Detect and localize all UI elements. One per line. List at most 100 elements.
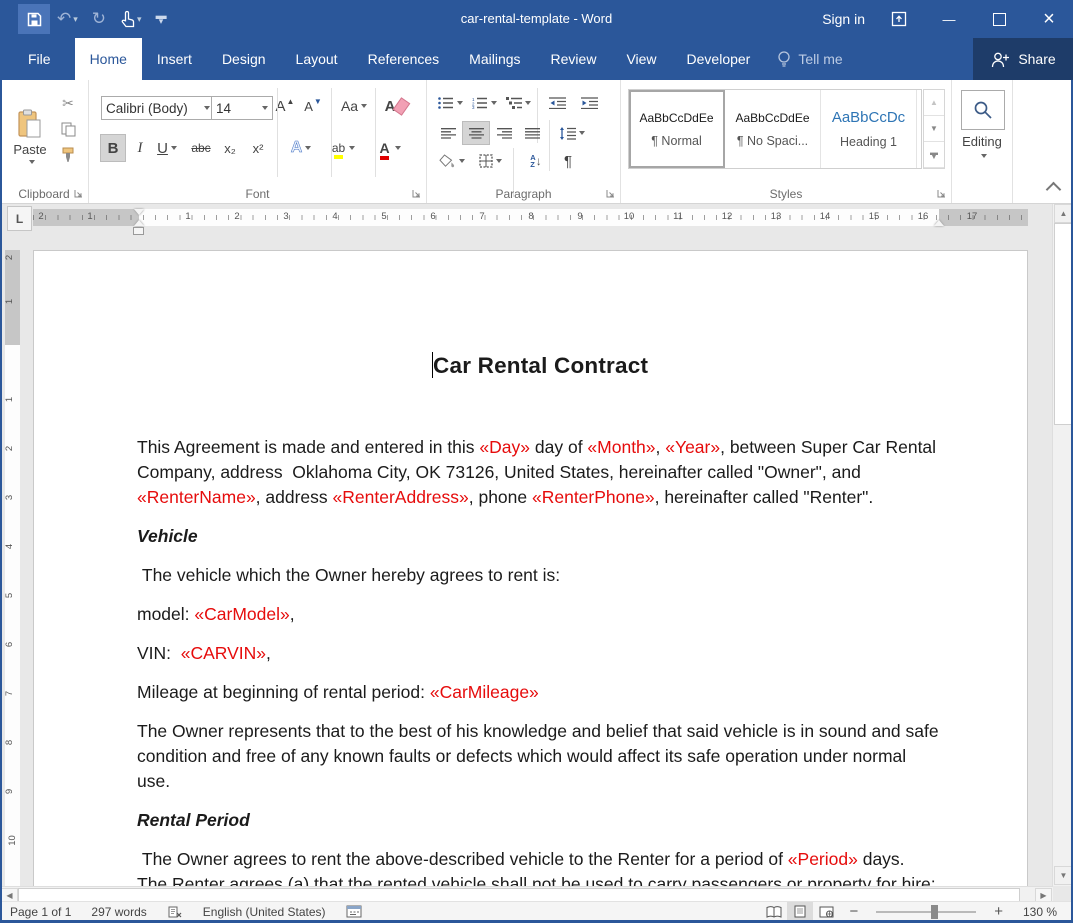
tab-references[interactable]: References <box>353 38 455 80</box>
undo-dropdown[interactable]: ▾ <box>73 14 78 25</box>
scroll-left-button[interactable]: ◀ <box>1 888 18 902</box>
paragraph[interactable]: The vehicle which the Owner hereby agree… <box>137 563 943 588</box>
macro-recording-button[interactable] <box>336 905 372 918</box>
tab-home[interactable]: Home <box>75 38 142 80</box>
paragraph[interactable]: Mileage at beginning of rental period: «… <box>137 680 943 705</box>
paste-dropdown[interactable] <box>29 160 35 164</box>
bold-button[interactable]: B <box>101 135 125 161</box>
share-button[interactable]: Share <box>973 38 1073 80</box>
print-layout-button[interactable] <box>787 902 813 921</box>
document-content[interactable]: Car Rental Contract This Agreement is mad… <box>137 351 943 886</box>
maximize-button[interactable] <box>975 0 1023 38</box>
shading-button[interactable] <box>435 150 469 172</box>
paragraph[interactable]: This Agreement is made and entered in th… <box>137 435 943 510</box>
zoom-slider[interactable] <box>876 911 976 913</box>
minimize-button[interactable]: — <box>925 0 973 38</box>
align-left-button[interactable] <box>435 122 461 144</box>
font-size-combo[interactable]: 14 <box>211 96 273 120</box>
editing-group-button-label[interactable]: Editing <box>952 134 1012 149</box>
section-heading-vehicle[interactable]: Vehicle <box>137 524 943 549</box>
styles-scroll-down-button[interactable]: ▼ <box>924 116 944 142</box>
font-dialog-launcher[interactable] <box>411 188 422 199</box>
superscript-button[interactable]: x² <box>245 135 271 161</box>
sort-button[interactable]: AZ ↓ <box>521 150 551 172</box>
text-highlight-button[interactable]: ab <box>323 135 363 161</box>
horizontal-ruler[interactable]: 211234567891011121314151617 <box>33 209 1028 226</box>
decrease-indent-button[interactable] <box>543 92 571 114</box>
tab-view[interactable]: View <box>611 38 671 80</box>
text-effects-button[interactable]: A <box>283 135 319 161</box>
tab-stop-selector[interactable]: L <box>7 206 32 231</box>
tab-mailings[interactable]: Mailings <box>454 38 535 80</box>
paragraph[interactable]: The Owner represents that to the best of… <box>137 719 943 794</box>
horizontal-scroll-thumb[interactable] <box>18 888 1020 902</box>
collapse-ribbon-button[interactable] <box>1048 180 1059 195</box>
language-indicator[interactable]: English (United States) <box>193 905 336 919</box>
tab-design[interactable]: Design <box>207 38 281 80</box>
bullets-button[interactable] <box>435 92 465 114</box>
line-spacing-button[interactable] <box>555 122 589 144</box>
zoom-level[interactable]: 130 % <box>1013 905 1073 919</box>
right-indent-marker[interactable] <box>934 220 944 226</box>
hanging-indent-marker[interactable] <box>134 220 144 226</box>
styles-scroll-up-button[interactable]: ▲ <box>924 90 944 116</box>
first-line-indent-marker[interactable] <box>134 209 144 215</box>
paragraph-dialog-launcher[interactable] <box>605 188 616 199</box>
touch-mode-button[interactable]: ▾ <box>113 4 149 34</box>
tab-insert[interactable]: Insert <box>142 38 207 80</box>
show-hide-pilcrow-button[interactable]: ¶ <box>555 150 581 172</box>
style-card-no-spaci[interactable]: AaBbCcDdEe¶ No Spaci... <box>725 90 821 168</box>
font-name-combo[interactable]: Calibri (Body) <box>101 96 215 120</box>
justify-button[interactable] <box>519 122 545 144</box>
zoom-out-button[interactable]: − <box>839 903 868 920</box>
zoom-slider-handle[interactable] <box>931 905 938 919</box>
clear-formatting-button[interactable]: A <box>381 94 411 118</box>
scroll-right-button[interactable]: ▶ <box>1035 888 1052 902</box>
read-mode-button[interactable] <box>761 902 787 921</box>
change-case-button[interactable]: Aa <box>337 94 371 118</box>
undo-button[interactable]: ↶▾ <box>50 4 85 34</box>
save-button[interactable] <box>18 4 50 34</box>
tab-file[interactable]: File <box>4 38 75 80</box>
font-color-button[interactable]: A <box>369 135 409 161</box>
increase-indent-button[interactable] <box>575 92 603 114</box>
redo-button[interactable]: ↻ <box>85 4 113 34</box>
tab-review[interactable]: Review <box>536 38 612 80</box>
multilevel-list-button[interactable] <box>503 92 533 114</box>
editing-dropdown[interactable] <box>952 154 1012 158</box>
left-indent-marker[interactable] <box>133 227 144 235</box>
web-layout-button[interactable] <box>813 902 839 921</box>
document-page[interactable]: Car Rental Contract This Agreement is mad… <box>33 250 1028 886</box>
styles-dialog-launcher[interactable] <box>936 188 947 199</box>
italic-button[interactable]: I <box>129 135 151 161</box>
customize-qat-button[interactable]: ▬▾ <box>149 4 174 34</box>
close-button[interactable]: × <box>1025 0 1073 38</box>
zoom-in-button[interactable]: + <box>984 903 1013 920</box>
horizontal-scrollbar[interactable]: ◀ ▶ <box>0 886 1053 902</box>
align-center-button[interactable] <box>463 122 489 144</box>
sign-in-link[interactable]: Sign in <box>822 0 865 38</box>
tab-layout[interactable]: Layout <box>281 38 353 80</box>
document-title[interactable]: Car Rental Contract <box>137 351 943 381</box>
ribbon-display-options-button[interactable] <box>875 0 923 38</box>
tell-me-box[interactable]: Tell me <box>765 38 854 80</box>
paragraph[interactable]: VIN: «CARVIN», <box>137 641 943 666</box>
styles-gallery-expand-button[interactable]: ▬▼ <box>924 142 944 168</box>
subscript-button[interactable]: x₂ <box>217 135 243 161</box>
editing-find-button[interactable] <box>961 90 1005 130</box>
paste-button[interactable]: Paste <box>8 92 52 180</box>
vertical-scrollbar[interactable]: ▲ ▼ <box>1052 203 1073 886</box>
word-count[interactable]: 297 words <box>81 905 156 919</box>
format-painter-button[interactable] <box>56 144 80 166</box>
cut-button[interactable]: ✂ <box>56 92 80 114</box>
clipboard-dialog-launcher[interactable] <box>73 188 84 199</box>
style-card-normal[interactable]: AaBbCcDdEe¶ Normal <box>629 90 725 168</box>
tab-developer[interactable]: Developer <box>672 38 766 80</box>
borders-button[interactable] <box>473 150 507 172</box>
page-indicator[interactable]: Page 1 of 1 <box>0 905 81 919</box>
style-card-heading-1[interactable]: AaBbCcDcHeading 1 <box>821 90 917 168</box>
copy-button[interactable] <box>56 118 80 140</box>
section-heading-rental-period[interactable]: Rental Period <box>137 808 943 833</box>
strikethrough-button[interactable]: abc <box>187 135 215 161</box>
paragraph[interactable]: The Owner agrees to rent the above-descr… <box>137 847 943 886</box>
